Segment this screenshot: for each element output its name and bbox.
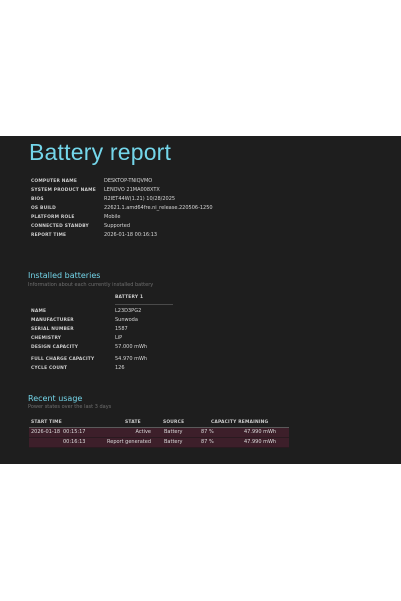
battery-info-label: FULL CHARGE CAPACITY — [31, 357, 95, 362]
system-info-label: CONNECTED STANDBY — [31, 224, 89, 229]
battery-info-value: 126 — [115, 365, 125, 371]
system-info-row: CONNECTED STANDBY Supported — [31, 222, 213, 231]
system-info-row: BIOS R2IET44W(1.21) 10/28/2025 — [31, 195, 213, 204]
system-info-label: BIOS — [31, 197, 44, 202]
header-divider — [115, 304, 173, 305]
usage-percent: 87 % — [201, 439, 214, 445]
battery-info-row: FULL CHARGE CAPACITY 54.970 mWh — [31, 355, 173, 364]
usage-state: Report generated — [107, 439, 151, 445]
system-info-value: 22621.1.amd64fre.ni_release.220506-1250 — [104, 205, 213, 211]
battery-info-label: SERIAL NUMBER — [31, 327, 74, 332]
installed-batteries-table: BATTERY 1 NAME L23D3PG2 MANUFACTURER Sun… — [31, 295, 173, 373]
system-info-label: COMPUTER NAME — [31, 179, 78, 184]
system-info-row: OS BUILD 22621.1.amd64fre.ni_release.220… — [31, 204, 213, 213]
battery-info-value: LiP — [115, 335, 123, 341]
table-row: 2026-01-18 00:15:17 Active Battery 87 % … — [29, 428, 289, 438]
usage-mwh: 47.990 mWh — [244, 429, 277, 435]
system-info-value: Mobile — [104, 214, 121, 220]
column-header-capacity-remaining: CAPACITY REMAINING — [211, 420, 269, 425]
battery-info-label: CYCLE COUNT — [31, 366, 68, 371]
table-header-row: START TIME STATE SOURCE CAPACITY REMAINI… — [29, 418, 289, 428]
installed-batteries-heading: Installed batteries — [28, 271, 101, 280]
battery-report-panel: Battery report COMPUTER NAME DESKTOP-TNI… — [0, 136, 401, 464]
battery-info-row: DESIGN CAPACITY 57.000 mWh — [31, 343, 173, 352]
column-header-state: STATE — [125, 420, 141, 425]
system-info-row: REPORT TIME 2026-01-18 00:16:13 — [31, 231, 213, 240]
recent-usage-table: START TIME STATE SOURCE CAPACITY REMAINI… — [29, 418, 289, 448]
battery-info-value: Sunwoda — [115, 317, 138, 323]
report-title: Battery report — [29, 139, 172, 165]
battery-info-value: 54.970 mWh — [115, 356, 148, 362]
recent-usage-subtitle: Power states over the last 3 days — [28, 404, 112, 410]
system-info-label: OS BUILD — [31, 206, 57, 211]
battery-info-value: 1587 — [115, 326, 128, 332]
system-info-value: DESKTOP-TNIQVMO — [104, 178, 153, 184]
system-info-value: LENOVO 21MA008XTX — [104, 187, 160, 193]
system-info-label: REPORT TIME — [31, 233, 67, 238]
battery-info-row: CHEMISTRY LiP — [31, 334, 173, 343]
battery-info-row: SERIAL NUMBER 1587 — [31, 325, 173, 334]
column-header-start-time: START TIME — [31, 420, 62, 425]
battery-column-header-row: BATTERY 1 — [31, 295, 173, 304]
battery-info-label: MANUFACTURER — [31, 318, 74, 323]
battery-column-header: BATTERY 1 — [115, 295, 144, 300]
recent-usage-heading: Recent usage — [28, 394, 83, 403]
battery-info-row: NAME L23D3PG2 — [31, 307, 173, 316]
system-info-row: SYSTEM PRODUCT NAME LENOVO 21MA008XTX — [31, 186, 213, 195]
battery-info-row: CYCLE COUNT 126 — [31, 364, 173, 373]
system-info-label: SYSTEM PRODUCT NAME — [31, 188, 96, 193]
system-info-row: COMPUTER NAME DESKTOP-TNIQVMO — [31, 177, 213, 186]
system-info-row: PLATFORM ROLE Mobile — [31, 213, 213, 222]
system-info-label: PLATFORM ROLE — [31, 215, 75, 220]
column-header-source: SOURCE — [163, 420, 185, 425]
battery-info-label: DESIGN CAPACITY — [31, 345, 79, 350]
usage-source: Battery — [164, 429, 183, 435]
battery-info-label: NAME — [31, 309, 47, 314]
battery-info-label: CHEMISTRY — [31, 336, 62, 341]
table-row: 00:16:13 Report generated Battery 87 % 4… — [29, 438, 289, 448]
battery-info-value: L23D3PG2 — [115, 308, 142, 314]
battery-info-row: MANUFACTURER Sunwoda — [31, 316, 173, 325]
usage-state: Active — [135, 429, 151, 435]
system-info-value: 2026-01-18 00:16:13 — [104, 232, 158, 238]
system-info-table: COMPUTER NAME DESKTOP-TNIQVMO SYSTEM PRO… — [31, 177, 213, 240]
usage-mwh: 47.990 mWh — [244, 439, 277, 445]
installed-batteries-subtitle: Information about each currently install… — [28, 282, 154, 288]
battery-info-value: 57.000 mWh — [115, 344, 148, 350]
usage-percent: 87 % — [201, 429, 214, 435]
system-info-value: R2IET44W(1.21) 10/28/2025 — [104, 196, 176, 202]
system-info-value: Supported — [104, 223, 131, 229]
usage-source: Battery — [164, 439, 183, 445]
